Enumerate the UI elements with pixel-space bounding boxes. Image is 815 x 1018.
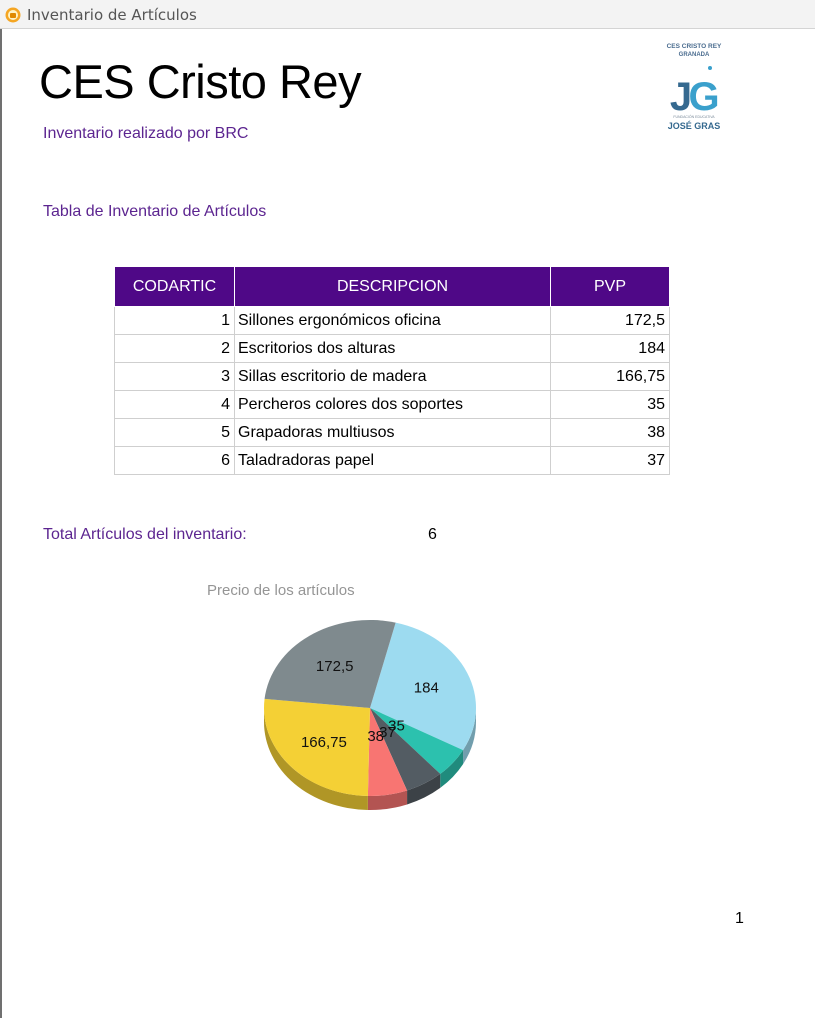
window-title: Inventario de Artículos (27, 6, 197, 24)
cell-descripcion: Percheros colores dos soportes (234, 390, 551, 419)
app-icon (5, 7, 21, 23)
cell-pvp: 38 (550, 418, 670, 447)
cell-pvp: 172,5 (550, 306, 670, 335)
cell-pvp: 184 (550, 334, 670, 363)
column-header-descripcion: DESCRIPCION (234, 266, 551, 307)
table-row: 5 Grapadoras multiusos 38 (114, 418, 670, 447)
cell-pvp: 166,75 (550, 362, 670, 391)
school-logo: CES CRISTO REY GRANADA J G FUNDACIÓN EDU… (667, 43, 722, 131)
table-row: 2 Escritorios dos alturas 184 (114, 334, 670, 363)
column-header-codartic: CODARTIC (114, 266, 235, 307)
cell-descripcion: Taladradoras papel (234, 446, 551, 475)
window-border (0, 29, 2, 1018)
cell-descripcion: Grapadoras multiusos (234, 418, 551, 447)
table-row: 1 Sillones ergonómicos oficina 172,5 (114, 306, 670, 335)
document-subtitle: Inventario realizado por BRC (43, 125, 249, 142)
cell-codartic: 2 (114, 334, 235, 363)
cell-pvp: 37 (550, 446, 670, 475)
svg-text:CES CRISTO REY: CES CRISTO REY (667, 43, 722, 50)
title-bar: Inventario de Artículos (0, 0, 815, 29)
cell-codartic: 1 (114, 306, 235, 335)
pie-chart: 184353738166,75172,5 (264, 620, 476, 810)
total-label: Total Artículos del inventario: (43, 526, 247, 543)
cell-pvp: 35 (550, 390, 670, 419)
chart-title: Precio de los artículos (207, 582, 355, 599)
table-header-row: CODARTIC DESCRIPCION PVP (114, 266, 670, 307)
svg-text:JOSÉ GRAS: JOSÉ GRAS (668, 121, 721, 131)
svg-text:GRANADA: GRANADA (679, 52, 710, 58)
page-number: 1 (735, 910, 744, 927)
cell-codartic: 3 (114, 362, 235, 391)
table-row: 4 Percheros colores dos soportes 35 (114, 390, 670, 419)
table-row: 3 Sillas escritorio de madera 166,75 (114, 362, 670, 391)
cell-descripcion: Sillones ergonómicos oficina (234, 306, 551, 335)
pie-data-label: 166,75 (301, 734, 347, 751)
inventory-table: CODARTIC DESCRIPCION PVP 1 Sillones ergo… (114, 266, 670, 475)
document-title: CES Cristo Rey (39, 55, 362, 108)
cell-codartic: 4 (114, 390, 235, 419)
cell-descripcion: Escritorios dos alturas (234, 334, 551, 363)
table-title: Tabla de Inventario de Artículos (43, 203, 267, 220)
svg-text:FUNDACIÓN EDUCATIVA: FUNDACIÓN EDUCATIVA (673, 114, 715, 119)
cell-descripcion: Sillas escritorio de madera (234, 362, 551, 391)
column-header-pvp: PVP (550, 266, 670, 307)
pie-data-label: 38 (367, 728, 384, 745)
cell-codartic: 5 (114, 418, 235, 447)
pie-data-label: 172,5 (316, 658, 354, 675)
table-row: 6 Taladradoras papel 37 (114, 446, 670, 475)
pie-data-label: 184 (414, 679, 439, 696)
svg-text:G: G (688, 75, 719, 119)
cell-codartic: 6 (114, 446, 235, 475)
total-value: 6 (428, 526, 437, 543)
